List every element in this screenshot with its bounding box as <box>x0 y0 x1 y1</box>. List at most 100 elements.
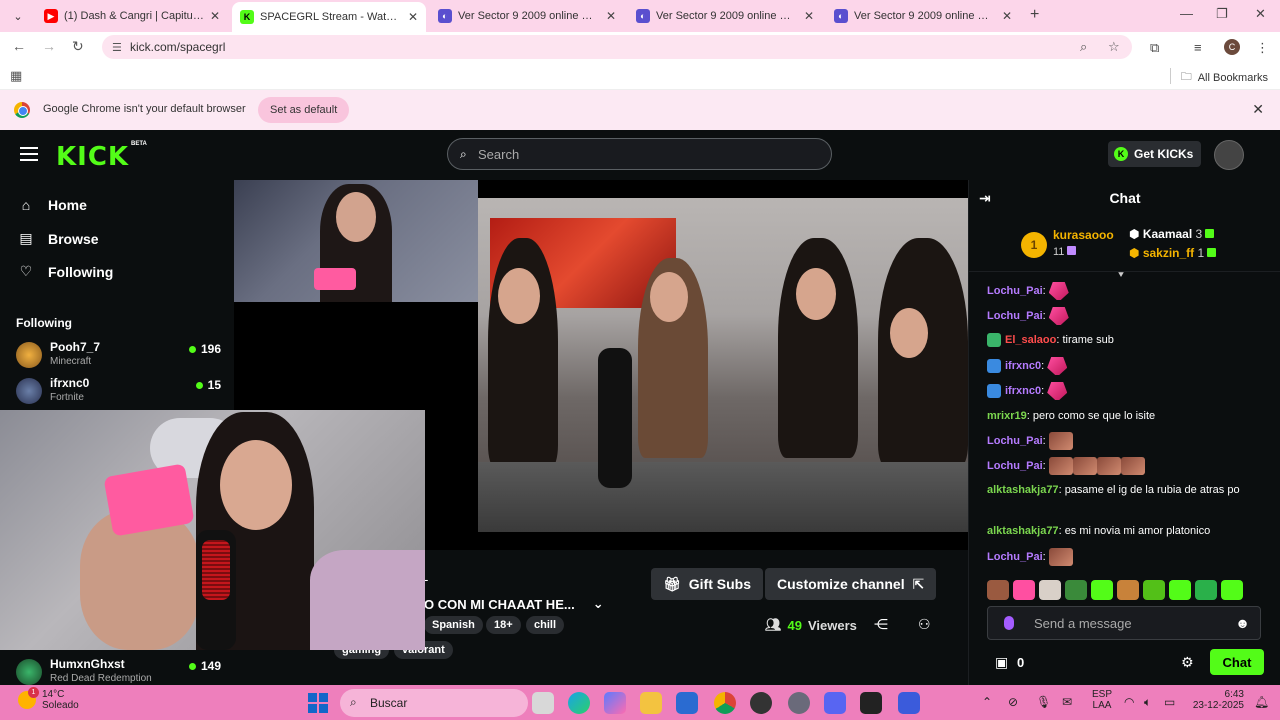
clock[interactable]: 6:43 23-12-2025 <box>1190 689 1244 711</box>
notification-bell-icon[interactable]: 🔔︎ <box>1254 695 1269 709</box>
close-icon[interactable]: ✕ <box>1252 101 1264 118</box>
settings-app-icon[interactable] <box>788 692 810 714</box>
all-bookmarks[interactable]: 🗀 All Bookmarks <box>1181 68 1268 87</box>
windows-start-icon[interactable] <box>308 693 328 713</box>
emote[interactable] <box>1065 580 1087 600</box>
pinned-icon[interactable]: ⯆ <box>1117 270 1125 281</box>
store-icon[interactable] <box>676 692 698 714</box>
extensions-icon[interactable]: ⧉ <box>1150 40 1159 56</box>
kick-logo[interactable]: KICK <box>56 142 129 172</box>
tab-sector9-2[interactable]: ◐ Ver Sector 9 2009 online HD - C ✕ <box>628 4 822 28</box>
profile-avatar[interactable]: C <box>1224 39 1240 55</box>
bookmark-star-icon[interactable]: ☆ <box>1108 39 1120 55</box>
gift-subs-button[interactable]: 🎁︎ Gift Subs <box>651 568 764 600</box>
edge-icon[interactable] <box>568 692 590 714</box>
emote[interactable] <box>1117 580 1139 600</box>
collapse-chat-icon[interactable]: ⇥ <box>979 190 991 207</box>
site-info-icon[interactable]: ☰ <box>112 41 122 54</box>
gift-leaderboard: 1 kurasaooo 11 ⬢ Kaamaal 3 ⬢ sakzin_ff 1 <box>969 220 1280 272</box>
close-icon[interactable]: ✕ <box>1002 9 1012 23</box>
media-control-icon[interactable]: ≡ <box>1194 40 1202 55</box>
emote[interactable] <box>1169 580 1191 600</box>
folder-icon[interactable] <box>640 692 662 714</box>
apps-grid-icon[interactable]: ▦ <box>10 68 22 84</box>
avatar[interactable] <box>1214 140 1244 170</box>
window-close-icon[interactable]: ✕ <box>1255 6 1266 22</box>
app-icon[interactable] <box>750 692 772 714</box>
search-icon: ⌕ <box>460 147 467 161</box>
more-menu-icon[interactable]: ⋮ <box>1256 40 1269 56</box>
close-icon[interactable]: ✕ <box>408 10 418 24</box>
chat-message: alktashakja77: es mi novia mi amor plato… <box>987 525 1211 537</box>
emote[interactable] <box>1091 580 1113 600</box>
get-kicks-button[interactable]: K Get KICKs <box>1108 141 1202 167</box>
search-icon: ⌕ <box>350 695 357 709</box>
minimize-icon[interactable]: — <box>1180 6 1193 21</box>
send-chat-button[interactable]: Chat <box>1210 649 1264 675</box>
sidebar-item-browse[interactable]: ▤ Browse <box>18 230 98 247</box>
tag-spanish[interactable]: Spanish <box>424 616 483 634</box>
chevron-up-icon[interactable]: ⌃ <box>982 695 992 709</box>
zoom-icon[interactable]: ⌕ <box>1080 39 1087 55</box>
emote[interactable] <box>987 580 1009 600</box>
tag-chill[interactable]: chill <box>526 616 565 634</box>
tab-sector9-1[interactable]: ◐ Ver Sector 9 2009 online HD - C ✕ <box>430 4 624 28</box>
chat-message-input[interactable]: Send a message ☻ <box>987 606 1261 640</box>
emote[interactable] <box>1013 580 1035 600</box>
weather-widget[interactable]: 14°C Soleado <box>18 687 79 711</box>
address-bar[interactable]: ☰ kick.com/spacegrl ⌕ ☆ <box>102 35 1132 59</box>
battery-icon[interactable]: ▭ <box>1164 695 1175 709</box>
tag-18plus[interactable]: 18+ <box>486 616 521 634</box>
file-icon[interactable] <box>532 692 554 714</box>
reload-icon[interactable]: ↻ <box>72 38 84 55</box>
followed-channel[interactable]: ifrxnc0 Fortnite 15 <box>16 376 221 410</box>
follow-user-icon[interactable]: ⚇ <box>918 616 931 633</box>
forward-icon[interactable]: → <box>42 38 56 54</box>
chevron-down-icon[interactable]: ⌄ <box>593 596 604 612</box>
tab-search-chevron-icon[interactable]: ⌄ <box>8 6 28 26</box>
tab-youtube[interactable]: ▶ (1) Dash & Cangri | Capitulo 1 | ✕ <box>36 4 228 28</box>
restore-icon[interactable]: ❐ <box>1216 6 1228 22</box>
share-icon[interactable]: ⋲ <box>874 616 888 633</box>
microphone-icon[interactable]: 🎙︎ <box>1036 695 1051 709</box>
volume-icon[interactable]: 🔈︎ <box>1144 695 1151 710</box>
emote[interactable] <box>1221 580 1243 600</box>
picture-in-picture-window[interactable] <box>0 410 425 650</box>
customize-channel-button[interactable]: Customize channel ⇱ <box>765 568 937 600</box>
back-icon[interactable]: ← <box>12 38 26 54</box>
tab-sector9-3[interactable]: ◐ Ver Sector 9 2009 online HD - C ✕ <box>826 4 1020 28</box>
wifi-icon[interactable]: ◠ <box>1124 695 1134 709</box>
kicks-gift-icon[interactable]: ▣ <box>995 654 1008 671</box>
copilot-icon[interactable] <box>604 692 626 714</box>
search-input[interactable]: ⌕ Search <box>447 138 832 170</box>
hamburger-menu-icon[interactable] <box>20 147 38 161</box>
stream-title[interactable]: O CON MI CHAAAT HE... ⌄ <box>424 596 604 612</box>
followed-channel[interactable]: Pooh7_7 Minecraft 196 <box>16 340 221 374</box>
app-icon[interactable] <box>898 692 920 714</box>
chrome-icon[interactable] <box>714 692 736 714</box>
network-off-icon[interactable]: ⊘ <box>1008 695 1018 709</box>
new-tab-icon[interactable]: + <box>1030 6 1039 24</box>
beta-badge: BETA <box>131 141 147 147</box>
chat-message: El_salaoo: tirame sub <box>987 332 1272 348</box>
browser-tab-strip: ⌄ ▶ (1) Dash & Cangri | Capitulo 1 | ✕ K… <box>0 0 1280 32</box>
set-as-default-button[interactable]: Set as default <box>258 97 350 123</box>
emote[interactable] <box>1039 580 1061 600</box>
emoji-icon[interactable]: ☻ <box>1235 615 1250 631</box>
language-indicator[interactable]: ESP LAA <box>1092 689 1112 711</box>
sidebar-item-home[interactable]: ⌂ Home <box>18 197 87 213</box>
notification-icon[interactable]: ✉ <box>1062 695 1072 709</box>
epic-games-icon[interactable] <box>860 692 882 714</box>
microphone-icon[interactable] <box>1004 616 1014 630</box>
gear-icon[interactable]: ⚙ <box>1181 654 1194 671</box>
discord-icon[interactable] <box>824 692 846 714</box>
close-icon[interactable]: ✕ <box>804 9 814 23</box>
subscriber-badge-icon <box>987 359 1001 373</box>
close-icon[interactable]: ✕ <box>210 9 220 23</box>
close-icon[interactable]: ✕ <box>606 9 616 23</box>
emote[interactable] <box>1195 580 1217 600</box>
emote[interactable] <box>1143 580 1165 600</box>
tab-kick-active[interactable]: K SPACEGRL Stream - Watch Live ✕ <box>232 2 426 32</box>
taskbar-search[interactable]: ⌕ Buscar <box>340 689 528 717</box>
sidebar-item-following[interactable]: ♡ Following <box>18 263 114 280</box>
